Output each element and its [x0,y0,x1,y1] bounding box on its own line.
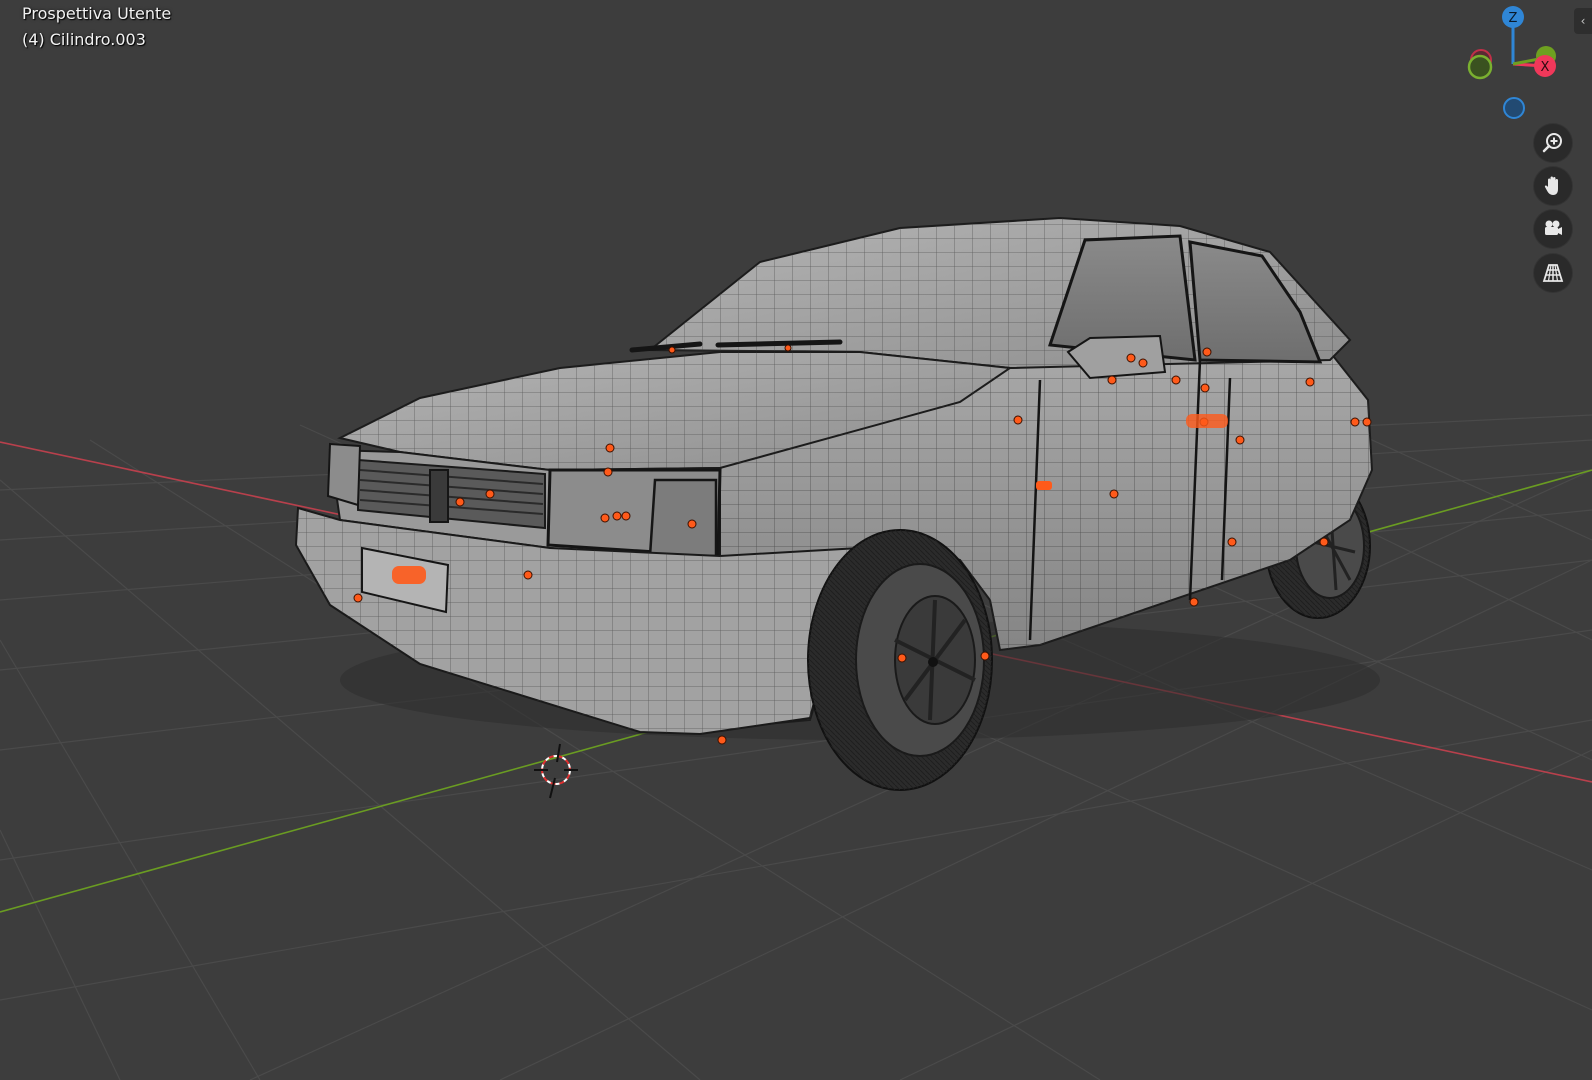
3d-cursor[interactable] [534,743,578,799]
active-object-label: (4) Cilindro.003 [22,30,146,49]
gizmo-x-label: X [1541,60,1550,75]
sidebar-toggle[interactable]: ‹ [1574,8,1592,34]
chevron-left-icon: ‹ [1580,14,1586,28]
zoom-button[interactable] [1534,124,1572,162]
gizmo-neg-z [1503,97,1525,119]
scene-canvas[interactable] [0,0,1592,1080]
zoom-in-icon [1542,133,1562,153]
perspective-toggle-button[interactable] [1534,254,1572,292]
camera-view-button[interactable] [1534,210,1572,248]
gizmo-z-label: Z [1509,11,1518,26]
camera-icon [1545,220,1562,235]
selected-door-handle [1036,481,1052,490]
hand-icon [1544,176,1558,195]
gizmo-neg-y [1467,54,1493,80]
selected-side-badge [1186,414,1228,428]
view-name-label: Prospettiva Utente [22,4,172,23]
perspective-grid-icon [1542,264,1564,282]
navigation-gizmo[interactable]: X Z [1452,2,1564,120]
selected-plate-logo [392,566,426,584]
pan-button[interactable] [1534,167,1572,205]
3d-viewport[interactable]: Prospettiva Utente (4) Cilindro.003 X Z … [0,0,1592,1080]
left-headlight [326,442,362,507]
